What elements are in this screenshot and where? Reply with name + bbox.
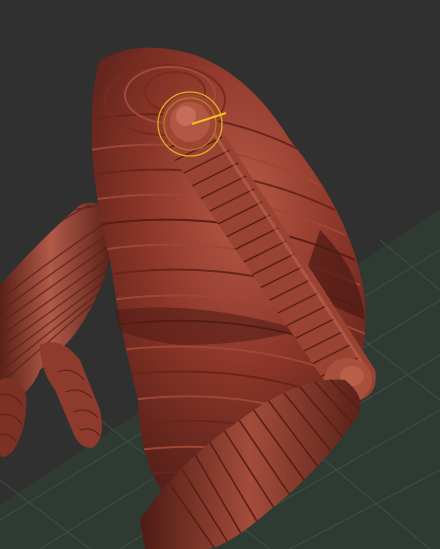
left-arm-mesh[interactable] <box>0 202 112 457</box>
3d-viewport-canvas[interactable] <box>0 0 440 549</box>
sculpt-scene[interactable] <box>0 0 440 549</box>
